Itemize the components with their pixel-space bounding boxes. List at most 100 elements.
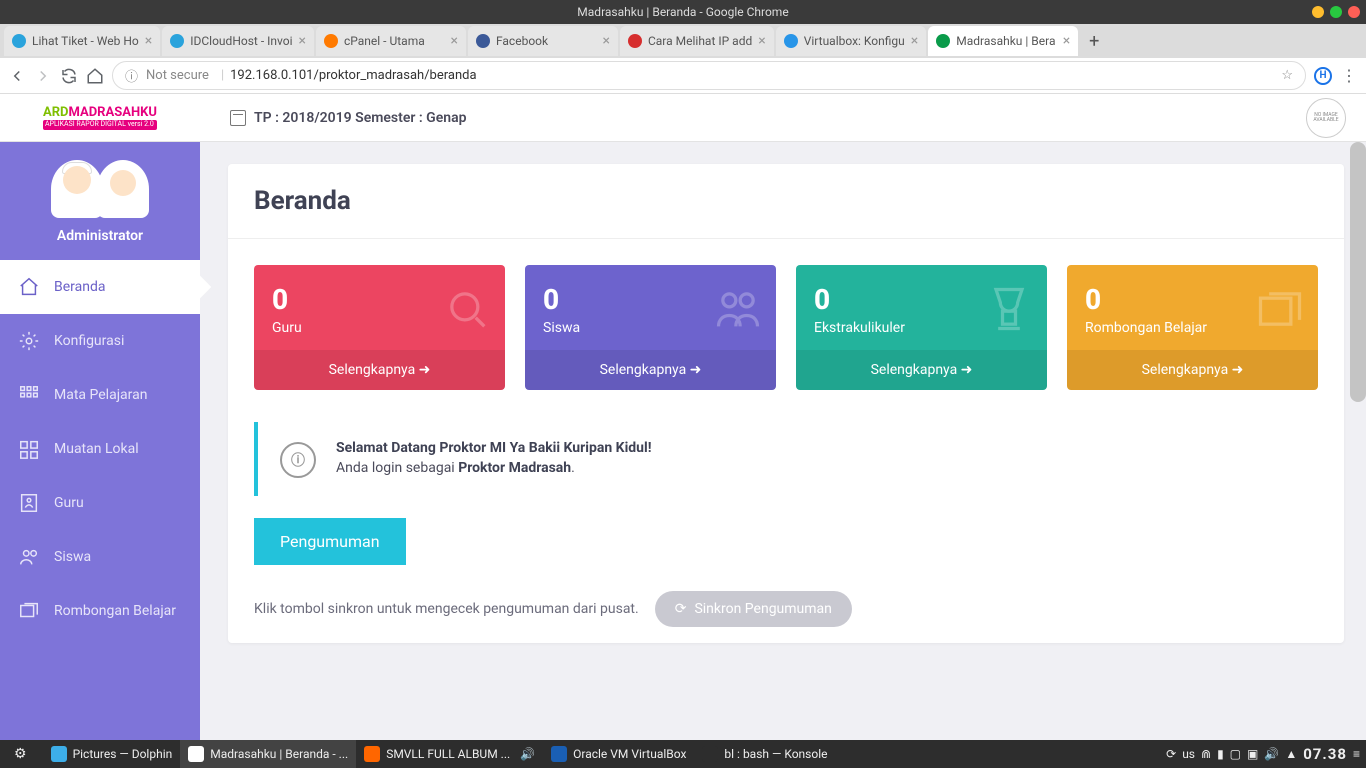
taskbar-app[interactable]: SMVLL FULL ALBUM ...🔊: [356, 740, 543, 768]
nav-item-label: Guru: [54, 495, 84, 511]
stat-more-link[interactable]: Selengkapnya ➜: [254, 350, 505, 390]
updates2-tray-icon[interactable]: ▲: [1285, 747, 1297, 761]
app-launcher[interactable]: ⚙: [6, 740, 35, 768]
extension-icon[interactable]: H: [1314, 67, 1332, 85]
os-taskbar: ⚙ Pictures — Dolphin Madrasahku | Beranda…: [0, 740, 1366, 768]
window-title: Madrasahku | Beranda - Google Chrome: [577, 5, 788, 19]
taskbar-app-label: bl : bash — Konsole: [724, 747, 827, 761]
back-button[interactable]: [8, 67, 26, 85]
stat-icon: [1254, 283, 1306, 335]
arrow-icon: ➜: [419, 362, 431, 378]
address-bar[interactable]: ⓘ Not secure | 192.168.0.101/proktor_mad…: [112, 61, 1306, 90]
nav-item-label: Muatan Lokal: [54, 441, 139, 457]
tab-close-icon[interactable]: ×: [298, 33, 305, 49]
nav-item-label: Konfigurasi: [54, 333, 124, 349]
sidebar-item-beranda[interactable]: Beranda: [0, 260, 200, 314]
sync-announcement-button[interactable]: ⟳ Sinkron Pengumuman: [655, 591, 852, 627]
avatar-boy-icon: [51, 160, 103, 218]
reload-button[interactable]: [60, 67, 78, 85]
nav-item-icon: [18, 600, 40, 622]
arrow-icon: ➜: [1232, 362, 1244, 378]
tab-close-icon[interactable]: ×: [450, 33, 457, 49]
browser-tab[interactable]: Cara Melihat IP add×: [620, 26, 774, 56]
new-tab-button[interactable]: +: [1080, 31, 1108, 52]
clipboard-tray-icon[interactable]: ▢: [1230, 747, 1241, 761]
profile-avatar[interactable]: NO IMAGE AVAILABLE: [1306, 98, 1346, 138]
stat-card-ekstrakulikuler: 0EkstrakulikulerSelengkapnya ➜: [796, 265, 1047, 390]
taskbar-app[interactable]: bl : bash — Konsole: [694, 740, 835, 768]
stat-more-link[interactable]: Selengkapnya ➜: [525, 350, 776, 390]
browser-tab[interactable]: Lihat Tiket - Web Ho ×: [4, 26, 160, 56]
stat-icon: [983, 283, 1035, 335]
battery-tray-icon[interactable]: ▮: [1217, 747, 1224, 761]
notifications-tray-icon[interactable]: ▣: [1247, 747, 1258, 761]
tab-close-icon[interactable]: ×: [911, 33, 918, 49]
tab-favicon-icon: [12, 34, 26, 48]
taskbar-app[interactable]: Madrasahku | Beranda - ...: [180, 740, 356, 768]
stat-more-link[interactable]: Selengkapnya ➜: [796, 350, 1047, 390]
nav-item-label: Siswa: [54, 549, 91, 565]
tab-title: IDCloudHost - Invoi: [190, 34, 292, 48]
brand-sub: APLIKASI RAPOR DIGITAL versi 2.0: [43, 120, 157, 130]
page-title: Beranda: [254, 186, 1318, 216]
scrollbar[interactable]: [1350, 142, 1366, 402]
tab-favicon-icon: [170, 34, 184, 48]
volume-overlay-icon[interactable]: 🔊: [520, 747, 535, 761]
taskbar-app-icon: [551, 746, 567, 762]
home-button[interactable]: [86, 67, 104, 85]
window-titlebar: Madrasahku | Beranda - Google Chrome: [0, 0, 1366, 24]
browser-tab[interactable]: Virtualbox: Konfigu ×: [776, 26, 927, 56]
stat-card-siswa: 0SiswaSelengkapnya ➜: [525, 265, 776, 390]
tab-close-icon[interactable]: ×: [602, 33, 609, 49]
tab-title: Lihat Tiket - Web Ho: [32, 34, 139, 48]
taskbar-app[interactable]: Oracle VM VirtualBox: [543, 740, 694, 768]
browser-tab[interactable]: Facebook ×: [468, 26, 618, 56]
stat-more-link[interactable]: Selengkapnya ➜: [1067, 350, 1318, 390]
sidebar-item-mata-pelajaran[interactable]: Mata Pelajaran: [0, 368, 200, 422]
tab-close-icon[interactable]: ×: [758, 33, 765, 49]
sidebar-profile: Administrator: [0, 142, 200, 254]
sidebar-item-siswa[interactable]: Siswa: [0, 530, 200, 584]
site-info-icon[interactable]: ⓘ: [125, 66, 138, 85]
sidebar-item-guru[interactable]: Guru: [0, 476, 200, 530]
session-tray-icon[interactable]: ≡: [1353, 747, 1360, 761]
tab-close-icon[interactable]: ×: [145, 33, 152, 49]
tab-favicon-icon: [628, 34, 642, 48]
sidebar-item-konfigurasi[interactable]: Konfigurasi: [0, 314, 200, 368]
arrow-icon: ➜: [961, 362, 973, 378]
sidebar-item-rombongan-belajar[interactable]: Rombongan Belajar: [0, 584, 200, 638]
wifi-tray-icon[interactable]: ⋒: [1201, 747, 1211, 761]
tab-favicon-icon: [476, 34, 490, 48]
sidebar-item-muatan-lokal[interactable]: Muatan Lokal: [0, 422, 200, 476]
window-close-icon[interactable]: [1348, 6, 1360, 18]
tab-pengumuman[interactable]: Pengumuman: [254, 518, 406, 565]
volume-tray-icon[interactable]: 🔊: [1264, 747, 1279, 761]
menu-button[interactable]: ⋮: [1340, 67, 1358, 85]
browser-tab[interactable]: IDCloudHost - Invoi ×: [162, 26, 314, 56]
taskbar-app-icon: [188, 746, 204, 762]
tab-title: cPanel - Utama: [344, 34, 445, 48]
tab-title: Virtualbox: Konfigu: [804, 34, 905, 48]
taskbar-app[interactable]: Pictures — Dolphin: [43, 740, 181, 768]
welcome-title: Selamat Datang Proktor MI Ya Bakii Kurip…: [336, 440, 652, 456]
tab-title: Facebook: [496, 34, 597, 48]
arrow-icon: ➜: [690, 362, 702, 378]
forward-button[interactable]: [34, 67, 52, 85]
url-text: 192.168.0.101/proktor_madrasah/beranda: [230, 68, 476, 83]
info-icon: ⓘ: [280, 442, 316, 478]
tab-close-icon[interactable]: ×: [1063, 33, 1070, 49]
browser-tab[interactable]: cPanel - Utama ×: [316, 26, 466, 56]
browser-tab[interactable]: Madrasahku | Bera×: [928, 26, 1078, 56]
taskbar-app-label: Madrasahku | Beranda - ...: [210, 747, 348, 761]
window-maximize-icon[interactable]: [1330, 6, 1342, 18]
window-minimize-icon[interactable]: [1312, 6, 1324, 18]
updates-tray-icon[interactable]: ⟳: [1166, 747, 1176, 761]
nav-item-label: Rombongan Belajar: [54, 603, 176, 619]
clock[interactable]: 07.38: [1303, 745, 1347, 763]
brand-logo[interactable]: ARDMADRASAHKU APLIKASI RAPOR DIGITAL ver…: [0, 105, 200, 130]
sidebar-role: Administrator: [0, 228, 200, 244]
tp-semester-text: TP : 2018/2019 Semester : Genap: [254, 110, 466, 126]
star-icon[interactable]: ☆: [1281, 68, 1293, 83]
keyboard-layout[interactable]: us: [1182, 747, 1195, 761]
app-header: ARDMADRASAHKU APLIKASI RAPOR DIGITAL ver…: [0, 94, 1366, 142]
